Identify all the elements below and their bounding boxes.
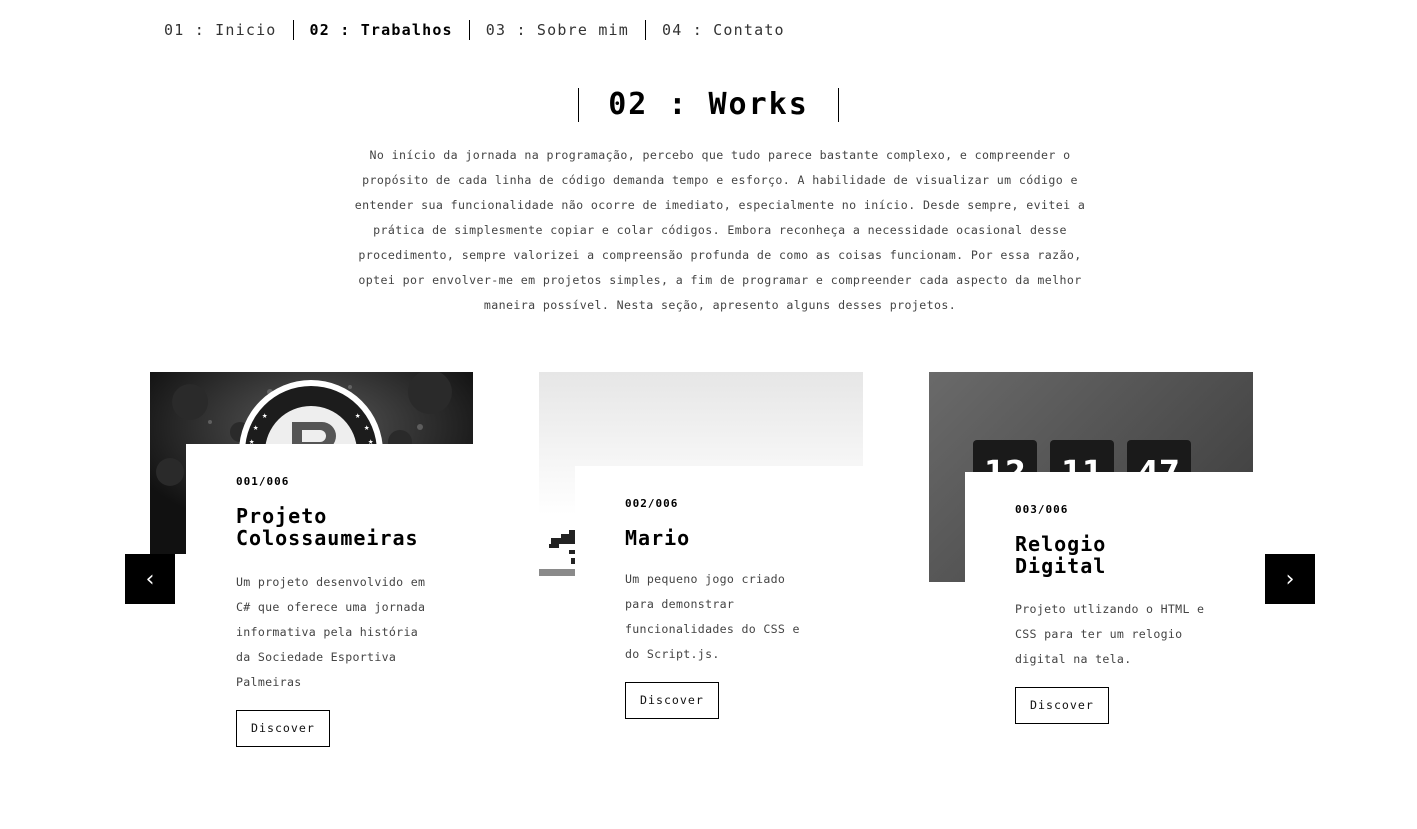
discover-button[interactable]: Discover [1015,687,1109,724]
carousel-prev-button[interactable]: ‹ [125,554,175,604]
chevron-right-icon: › [1285,566,1295,592]
section-intro: No início da jornada na programação, per… [354,148,1086,312]
project-panel-3: 003/006 Relogio Digital Projeto utlizand… [965,472,1253,762]
project-number: 001/006 [236,475,290,488]
project-title: Relogio Digital [1015,532,1107,578]
svg-text:★: ★ [253,423,259,433]
discover-button[interactable]: Discover [625,682,719,719]
svg-text:★: ★ [355,411,361,421]
project-title: Projeto Colossaumeiras [236,504,419,550]
project-title: Mario [625,526,691,550]
nav-item-sobre-mim[interactable]: 03 : Sobre mim [470,19,645,41]
project-panel-1: 001/006 Projeto Colossaumeiras Um projet… [186,444,473,764]
discover-button[interactable]: Discover [236,710,330,747]
carousel-next-button[interactable]: › [1265,554,1315,604]
nav-item-contato[interactable]: 04 : Contato [646,19,801,41]
section-title: 02 : Works [578,88,839,122]
nav-item-trabalhos[interactable]: 02 : Trabalhos [294,19,469,41]
section-heading-wrap: 02 : Works [0,88,1417,122]
project-description: Um projeto desenvolvido em C# que oferec… [236,575,426,689]
svg-text:★: ★ [364,423,370,433]
project-description: Projeto utlizando o HTML e CSS para ter … [1015,602,1205,666]
project-number: 003/006 [1015,503,1069,516]
nav-item-inicio[interactable]: 01 : Inicio [164,19,293,41]
main-nav: 01 : Inicio 02 : Trabalhos 03 : Sobre mi… [164,19,801,41]
chevron-left-icon: ‹ [145,566,155,592]
project-panel-2: 002/006 Mario Um pequeno jogo criado par… [575,466,863,756]
project-description: Um pequeno jogo criado para demonstrar f… [625,572,800,661]
project-number: 002/006 [625,497,679,510]
svg-text:★: ★ [262,411,268,421]
